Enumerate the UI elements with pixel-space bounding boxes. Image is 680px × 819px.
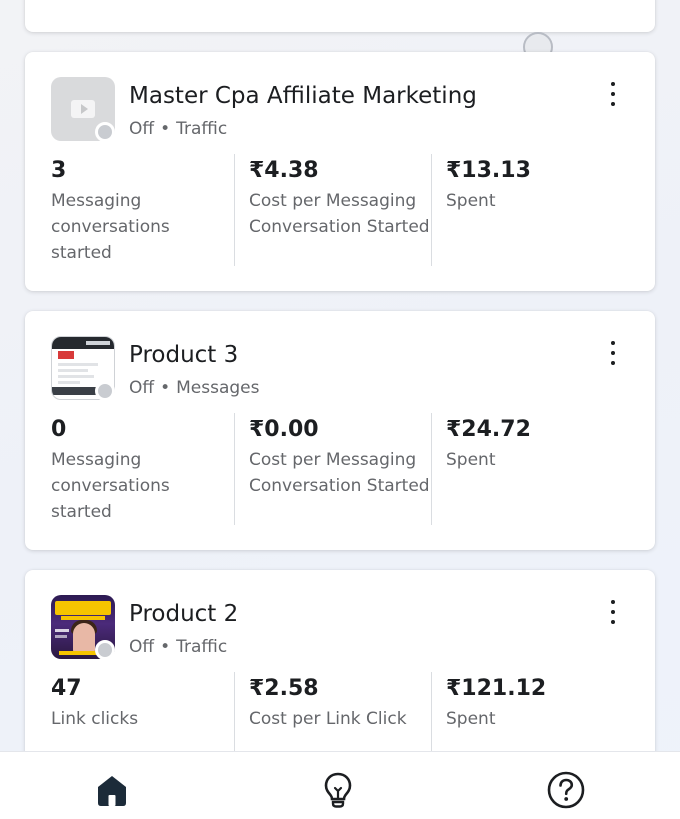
metric-label: Cost per Messaging Conversation Started — [249, 191, 430, 237]
metric-label: Cost per Link Click — [249, 709, 407, 729]
campaign-subtitle: Off • Traffic — [129, 637, 227, 657]
metric-cost-per-result: ₹2.58 Cost per Link Click — [234, 672, 430, 751]
metric-results: 3 Messaging conversations started — [51, 154, 231, 266]
metric-value: 0 — [51, 417, 67, 442]
separator: • — [160, 378, 171, 398]
separator: • — [160, 119, 171, 139]
status-off-indicator — [95, 381, 115, 401]
campaign-card[interactable]: Master Cpa Affiliate Marketing Off • Traff… — [25, 52, 655, 291]
status-off-indicator — [95, 640, 115, 660]
lightbulb-icon[interactable] — [318, 770, 358, 810]
home-icon[interactable] — [92, 770, 132, 810]
separator: • — [160, 637, 171, 657]
campaign-card[interactable]: Product 2 Off • Traffic 47 Link clicks ₹2.… — [25, 570, 655, 751]
campaign-subtitle: Off • Traffic — [129, 119, 227, 139]
metric-value: ₹121.12 — [446, 676, 547, 701]
metric-label: Spent — [446, 709, 496, 729]
metric-spent: ₹24.72 Spent — [431, 413, 627, 525]
metric-label: Link clicks — [51, 709, 139, 729]
metric-label: Messaging conversations started — [51, 191, 170, 263]
metric-label: Messaging conversations started — [51, 450, 170, 522]
metric-results: 47 Link clicks — [51, 672, 231, 751]
status-off-indicator — [95, 122, 115, 142]
metric-value: ₹2.58 — [249, 676, 319, 701]
video-placeholder-icon — [71, 100, 95, 118]
metric-value: ₹13.13 — [446, 158, 531, 183]
more-options-icon[interactable] — [607, 341, 619, 365]
metric-results: 0 Messaging conversations started — [51, 413, 231, 525]
campaign-status: Off — [129, 378, 155, 398]
metric-label: Spent — [446, 450, 496, 470]
campaign-list[interactable]: Master Cpa Affiliate Marketing Off • Traff… — [0, 0, 680, 751]
campaign-subtitle: Off • Messages — [129, 378, 260, 398]
metric-value: ₹24.72 — [446, 417, 531, 442]
campaign-card[interactable]: Product 3 Off • Messages 0 Messaging conve… — [25, 311, 655, 550]
campaign-objective: Traffic — [176, 637, 228, 657]
more-options-icon[interactable] — [607, 600, 619, 624]
metric-value: 3 — [51, 158, 67, 183]
bottom-navigation — [0, 751, 680, 819]
metric-spent: ₹121.12 Spent — [431, 672, 627, 751]
metric-value: 47 — [51, 676, 82, 701]
help-icon[interactable] — [546, 770, 586, 810]
campaign-title[interactable]: Product 3 — [129, 342, 238, 368]
campaign-status: Off — [129, 119, 155, 139]
campaign-card-partial[interactable] — [25, 0, 655, 32]
campaign-objective: Messages — [176, 378, 260, 398]
campaign-objective: Traffic — [176, 119, 228, 139]
metric-value: ₹0.00 — [249, 417, 319, 442]
campaign-status: Off — [129, 637, 155, 657]
campaign-title[interactable]: Master Cpa Affiliate Marketing — [129, 83, 477, 109]
metric-label: Spent — [446, 191, 496, 211]
metric-label: Cost per Messaging Conversation Started — [249, 450, 430, 496]
more-options-icon[interactable] — [607, 82, 619, 106]
metric-cost-per-result: ₹0.00 Cost per Messaging Conversation St… — [234, 413, 430, 525]
metric-value: ₹4.38 — [249, 158, 319, 183]
metric-spent: ₹13.13 Spent — [431, 154, 627, 266]
metric-cost-per-result: ₹4.38 Cost per Messaging Conversation St… — [234, 154, 430, 266]
campaign-title[interactable]: Product 2 — [129, 601, 238, 627]
